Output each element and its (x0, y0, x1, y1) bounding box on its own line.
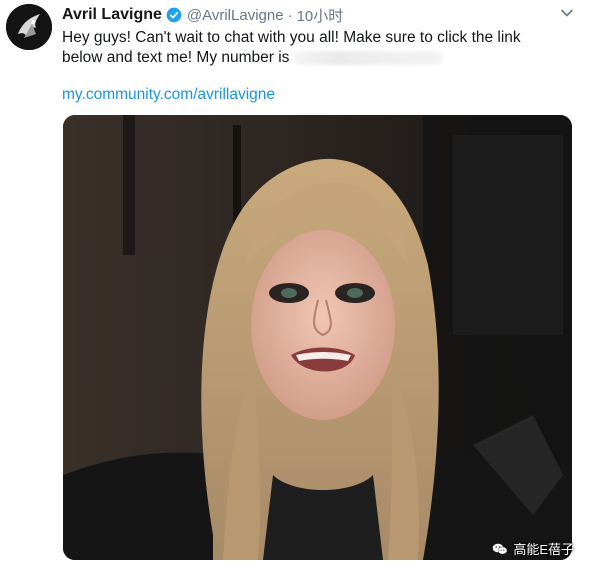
verified-badge-icon (166, 7, 182, 23)
user-handle[interactable]: @AvrilLavigne (187, 7, 284, 24)
avatar-image (6, 4, 52, 50)
media-photo (63, 115, 572, 560)
tweet-text-line-2-label: below and text me! My number is (62, 49, 290, 66)
tweet-text: Hey guys! Can't wait to chat with you al… (62, 28, 562, 68)
tweet-text-line-1: Hey guys! Can't wait to chat with you al… (62, 29, 521, 46)
watermark: 高能E蓓子 (492, 539, 574, 558)
display-name[interactable]: Avril Lavigne (62, 6, 162, 24)
redacted-phone-number (293, 50, 444, 65)
separator-dot: · (287, 6, 293, 24)
avatar[interactable] (6, 4, 52, 50)
timestamp[interactable]: 10小时 (297, 5, 344, 26)
watermark-text: 高能E蓓子 (513, 542, 574, 557)
tweet-media-image[interactable] (63, 115, 572, 560)
wechat-icon (492, 542, 508, 556)
community-link[interactable]: my.community.com/avrillavigne (62, 86, 275, 104)
tweet-header: Avril Lavigne @AvrilLavigne · 10小时 (62, 4, 343, 26)
tweet: Avril Lavigne @AvrilLavigne · 10小时 Hey g… (0, 0, 592, 572)
tweet-text-line-2: below and text me! My number is (62, 48, 562, 68)
chevron-down-icon[interactable] (560, 6, 574, 20)
